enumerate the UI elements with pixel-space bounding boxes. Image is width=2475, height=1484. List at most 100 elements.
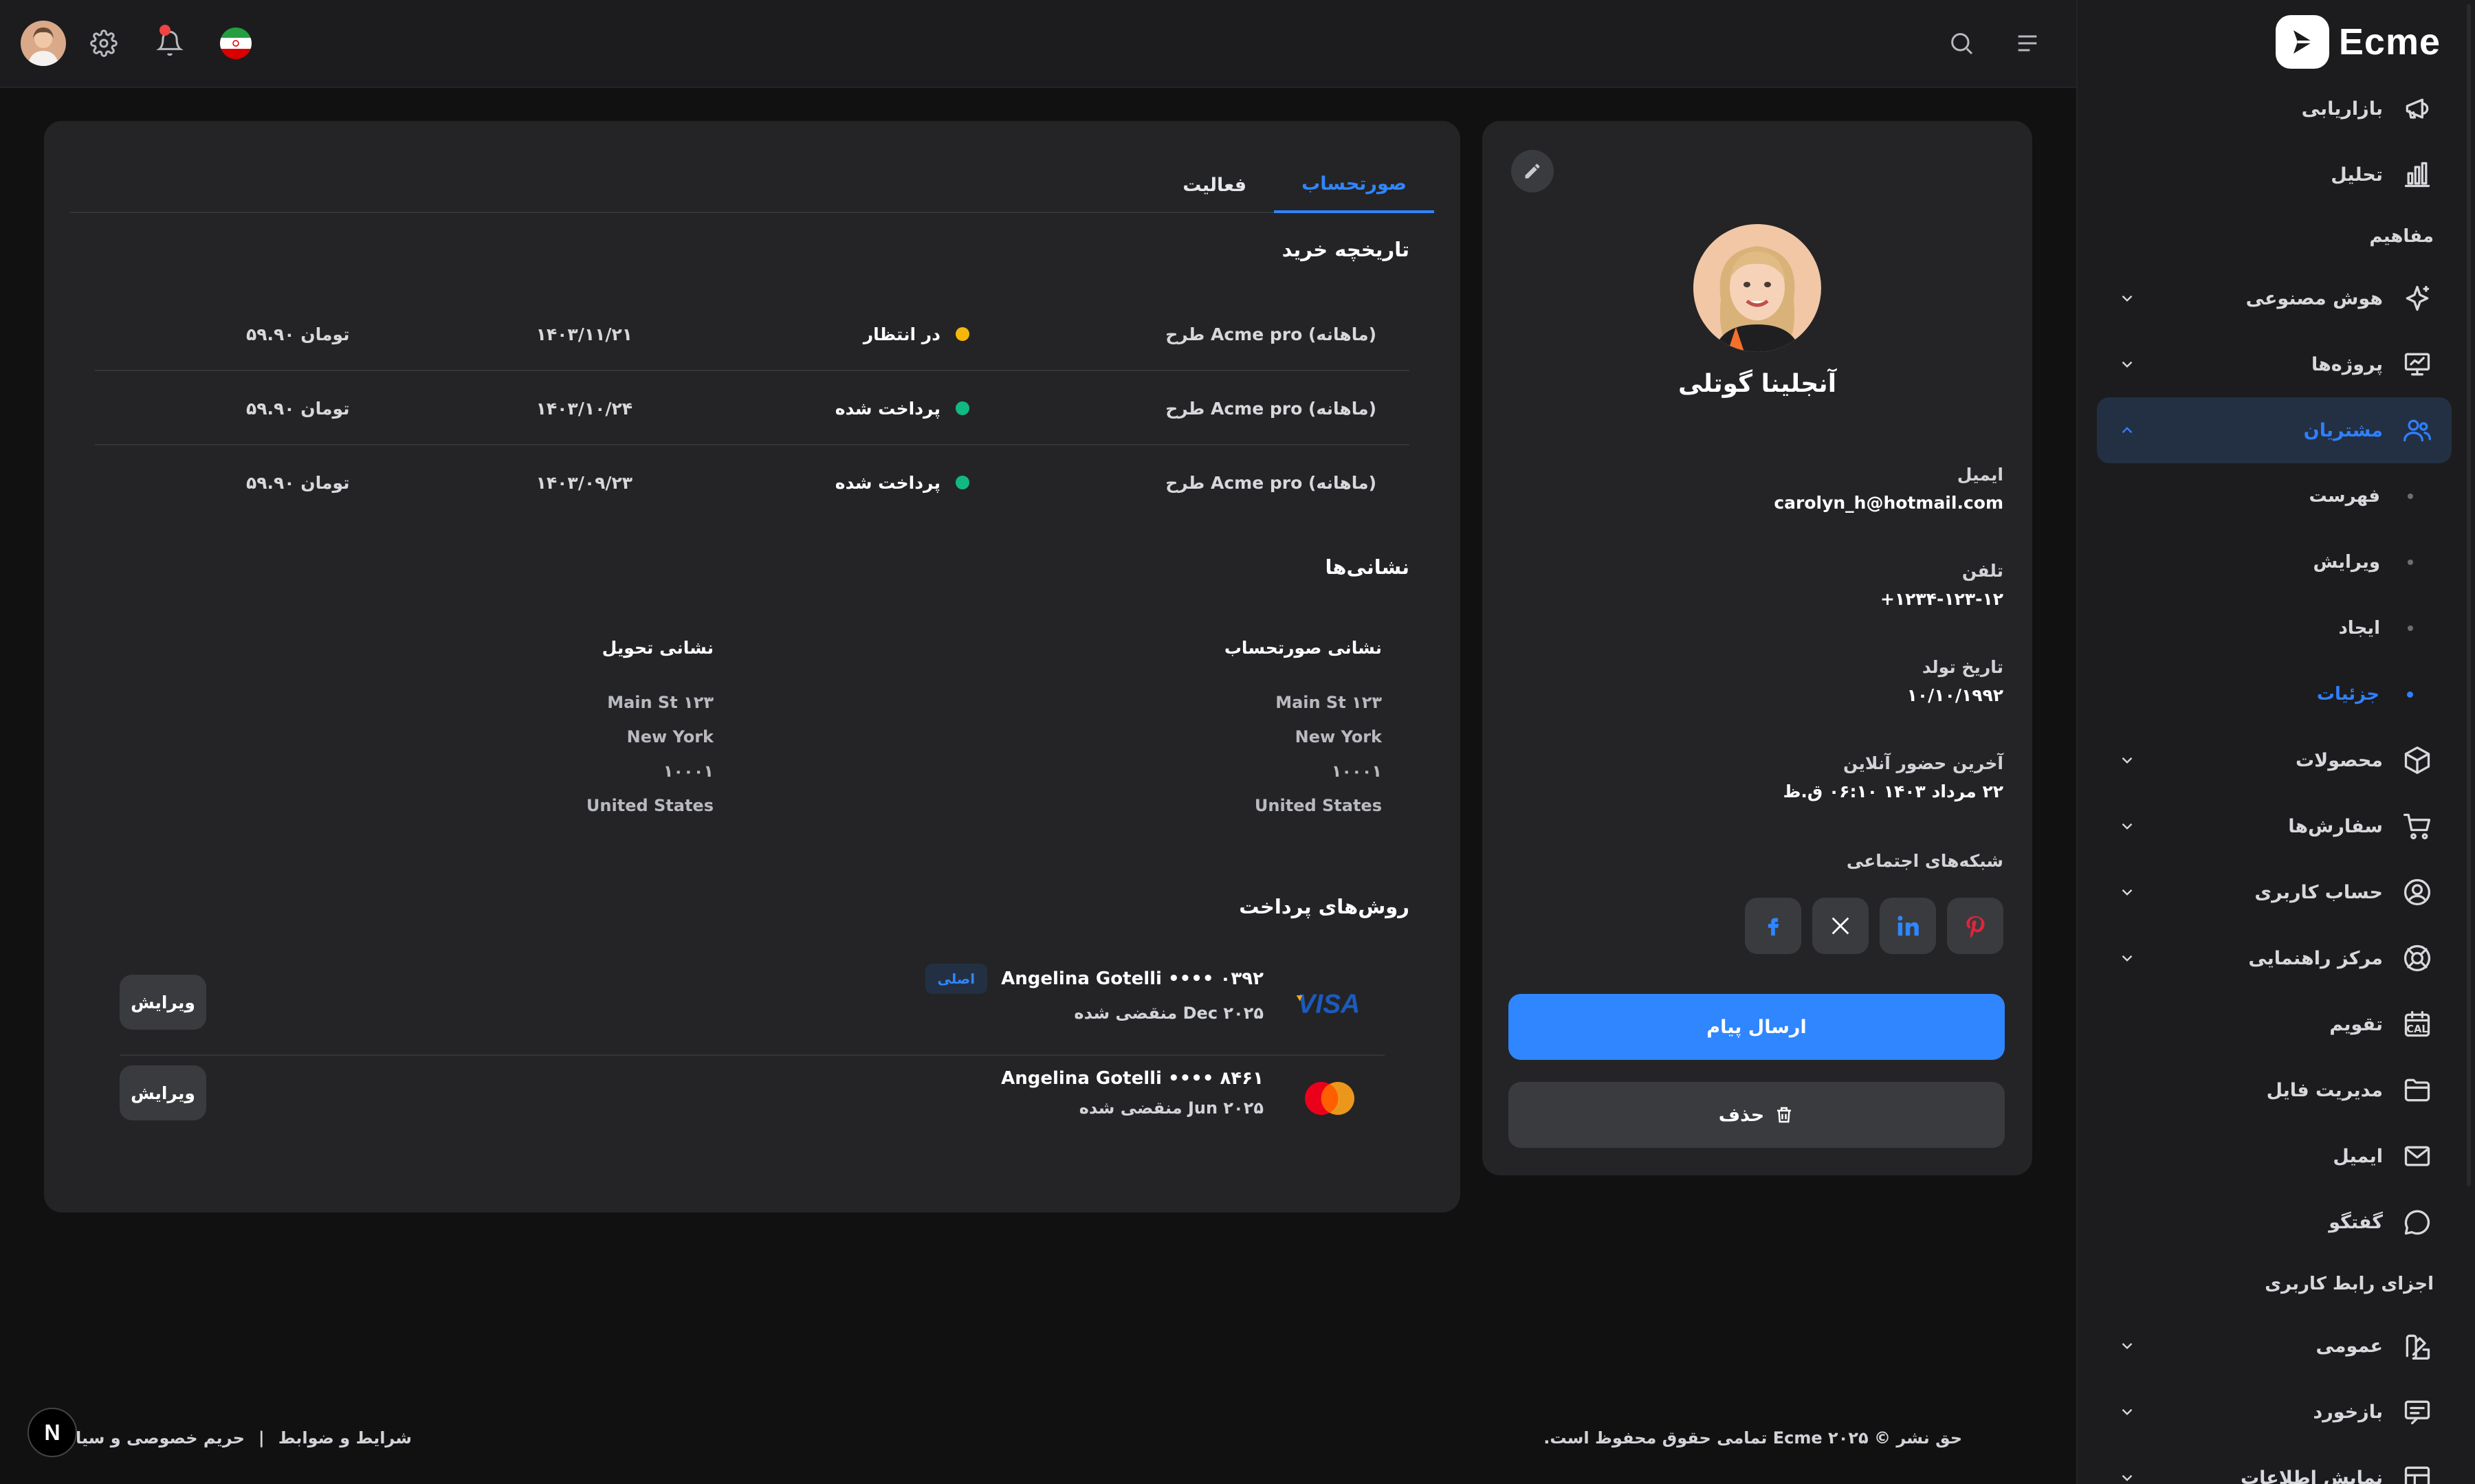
edit-card-button[interactable]: ویرایش bbox=[120, 975, 206, 1030]
sidebar-nav: بازاریابی تحلیل مفاهیم هوش مصنوعی پروژه‌ها مش… bbox=[2097, 76, 2452, 1484]
terms-link[interactable]: شرایط و ضوابط bbox=[278, 1428, 412, 1448]
privacy-link[interactable]: حریم خصوصی و سیا bbox=[76, 1428, 245, 1448]
send-message-button[interactable]: ارسال پیام bbox=[1508, 994, 2005, 1060]
addresses-title: نشانی‌ها bbox=[1325, 555, 1409, 579]
nextjs-dev-badge[interactable]: N bbox=[28, 1408, 77, 1457]
pinterest-icon[interactable] bbox=[1947, 898, 2003, 954]
purchase-row: طرح Acme pro (ماهانه) در انتظار ۱۴۰۳/۱۱/۲۱… bbox=[95, 297, 1409, 371]
sidebar-item[interactable]: مدیریت فایل bbox=[2097, 1057, 2452, 1123]
purchase-history-title: تاریخچه خرید bbox=[1282, 238, 1409, 261]
pencil-icon bbox=[1525, 164, 1540, 179]
billing-address-line: United States bbox=[1254, 796, 1382, 815]
plan-name: طرح Acme pro (ماهانه) bbox=[1165, 398, 1376, 419]
shipping-address-line: Main St ۱۲۳ bbox=[607, 693, 714, 712]
folder-icon bbox=[2401, 1074, 2434, 1107]
sidebar-item[interactable]: هوش مصنوعی bbox=[2097, 265, 2452, 331]
sidebar-subitem-label: جزئیات bbox=[2316, 684, 2379, 705]
shipping-address-title: نشانی تحویل bbox=[602, 638, 714, 658]
sidebar-scrollbar[interactable] bbox=[2467, 4, 2471, 1186]
sidebar-item[interactable]: حساب کاربری bbox=[2097, 859, 2452, 925]
sidebar-item[interactable]: گفتگو bbox=[2097, 1189, 2452, 1255]
shipping-address-line: United States bbox=[586, 796, 714, 815]
sidebar-subitem[interactable]: فهرست bbox=[2097, 463, 2452, 529]
card-holder-number: Angelina Gotelli •••• ۸۴۶۱ bbox=[1001, 1068, 1264, 1089]
user-avatar[interactable] bbox=[21, 21, 66, 66]
mail-icon bbox=[2401, 1140, 2434, 1173]
detail-tabs: صورتحساب فعالیت bbox=[70, 157, 1434, 213]
footer-links: شرایط و ضوابط | حریم خصوصی و سیا bbox=[76, 1428, 412, 1448]
social-info: شبکه‌های اجتماعی bbox=[1522, 851, 2003, 871]
card-summary: Angelina Gotelli •••• ۸۴۶۱ bbox=[1001, 1068, 1264, 1089]
chevron-down-icon bbox=[2115, 946, 2140, 971]
sidebar-item[interactable]: بازاریابی bbox=[2097, 76, 2452, 142]
email-label: ایمیل bbox=[1957, 465, 2003, 485]
linkedin-icon[interactable] bbox=[1880, 898, 1936, 954]
billing-address-line: New York bbox=[1295, 727, 1382, 746]
purchase-row: طرح Acme pro (ماهانه) پرداخت شده ۱۴۰۳/۱۰/۲… bbox=[95, 371, 1409, 445]
purchase-date: ۱۴۰۳/۱۰/۲۴ bbox=[536, 398, 632, 419]
purchase-amount: ۵۹.۹۰ تومان bbox=[246, 472, 350, 493]
brand-logo[interactable]: Ecme bbox=[2275, 15, 2441, 69]
sidebar-item[interactable]: سفارش‌ها bbox=[2097, 793, 2452, 859]
sidebar-item[interactable]: پروژه‌ها bbox=[2097, 331, 2452, 397]
chevron-down-icon bbox=[2115, 1399, 2140, 1424]
social-links bbox=[1745, 898, 2003, 954]
x-icon[interactable] bbox=[1812, 898, 1869, 954]
sidebar-item[interactable]: بازخورد bbox=[2097, 1379, 2452, 1445]
sidebar-subitem[interactable]: ویرایش bbox=[2097, 529, 2452, 595]
shipping-address-line: New York bbox=[626, 727, 714, 746]
search-icon[interactable] bbox=[1944, 26, 1979, 60]
payment-method-info: Angelina Gotelli •••• ۰۳۹۲ اصلی منقضی شد… bbox=[925, 964, 1264, 1023]
edit-profile-button[interactable] bbox=[1511, 150, 1554, 192]
purchase-row: طرح Acme pro (ماهانه) پرداخت شده ۱۴۰۳/۰۹/۲… bbox=[95, 445, 1409, 520]
card-holder-number: Angelina Gotelli •••• ۰۳۹۲ bbox=[1001, 968, 1264, 989]
social-label: شبکه‌های اجتماعی bbox=[1846, 851, 2003, 871]
payment-method-info: Angelina Gotelli •••• ۸۴۶۱ منقضی شده Jun… bbox=[1001, 1068, 1264, 1118]
top-bar bbox=[0, 0, 2076, 88]
purchase-amount: ۵۹.۹۰ تومان bbox=[246, 324, 350, 344]
sidebar-item[interactable]: نمایش اطلاعات bbox=[2097, 1445, 2452, 1484]
sidebar-item[interactable]: مرکز راهنمایی bbox=[2097, 925, 2452, 991]
sidebar-section-heading: اجزای رابط کاربری bbox=[2265, 1274, 2434, 1294]
user-circle-icon bbox=[2401, 876, 2434, 909]
cart-icon bbox=[2401, 810, 2434, 843]
shipping-address: نشانی تحویل Main St ۱۲۳ New York ۱۰۰۰۱ U… bbox=[586, 638, 714, 823]
bullet-dot bbox=[2408, 625, 2413, 631]
sidebar-item[interactable]: مشتریان bbox=[2097, 397, 2452, 463]
lifebuoy-icon bbox=[2401, 942, 2434, 975]
payment-method-row: VISA Angelina Gotelli •••• ۰۳۹۲ اصلی منق… bbox=[120, 953, 1385, 1056]
status-dot bbox=[956, 476, 969, 489]
sidebar-item-label: مدیریت فایل bbox=[2266, 1079, 2383, 1101]
sidebar-item[interactable]: CAL تقویم bbox=[2097, 991, 2452, 1057]
delete-customer-button[interactable]: حذف bbox=[1508, 1082, 2005, 1148]
sidebar-item-label: بازخورد bbox=[2313, 1401, 2383, 1423]
sidebar-item-label: مرکز راهنمایی bbox=[2248, 947, 2383, 969]
chevron-down-icon bbox=[2115, 814, 2140, 839]
sidebar-item[interactable]: عمومی bbox=[2097, 1313, 2452, 1379]
tab-activity[interactable]: فعالیت bbox=[1155, 157, 1274, 213]
iran-flag-icon[interactable] bbox=[219, 26, 253, 60]
facebook-icon[interactable] bbox=[1745, 898, 1801, 954]
edit-card-button[interactable]: ویرایش bbox=[120, 1065, 206, 1120]
sidebar-item[interactable]: محصولات bbox=[2097, 727, 2452, 793]
trash-icon bbox=[1777, 1107, 1792, 1123]
chevron-down-icon bbox=[2115, 880, 2140, 905]
sidebar-item-label: تحلیل bbox=[2331, 164, 2383, 186]
sidebar-item-label: محصولات bbox=[2296, 749, 2383, 771]
birthday-value: ۱۰/۱۰/۱۹۹۲ bbox=[1906, 685, 2003, 705]
tab-billing[interactable]: صورتحساب bbox=[1274, 157, 1434, 213]
chevron-down-icon bbox=[2115, 1465, 2140, 1484]
gear-icon[interactable] bbox=[87, 26, 121, 60]
mastercard-icon bbox=[1295, 1078, 1364, 1119]
sidebar-subitem[interactable]: ایجاد bbox=[2097, 595, 2452, 661]
sidebar-item[interactable]: ایمیل bbox=[2097, 1123, 2452, 1189]
megaphone-icon bbox=[2401, 92, 2434, 125]
table-icon bbox=[2401, 1461, 2434, 1484]
card-expiry: منقضی شده Dec ۲۰۲۵ bbox=[1074, 1004, 1264, 1023]
phone-info: تلفن +۱۲۳۴-۱۲۳-۱۲ bbox=[1522, 561, 2003, 609]
sidebar-subitem-label: ویرایش bbox=[2313, 552, 2380, 573]
email-value: carolyn_h@hotmail.com bbox=[1774, 493, 2003, 513]
menu-icon[interactable] bbox=[2010, 26, 2045, 60]
sidebar-subitem[interactable]: جزئیات bbox=[2097, 661, 2452, 727]
sidebar-item[interactable]: تحلیل bbox=[2097, 142, 2452, 208]
